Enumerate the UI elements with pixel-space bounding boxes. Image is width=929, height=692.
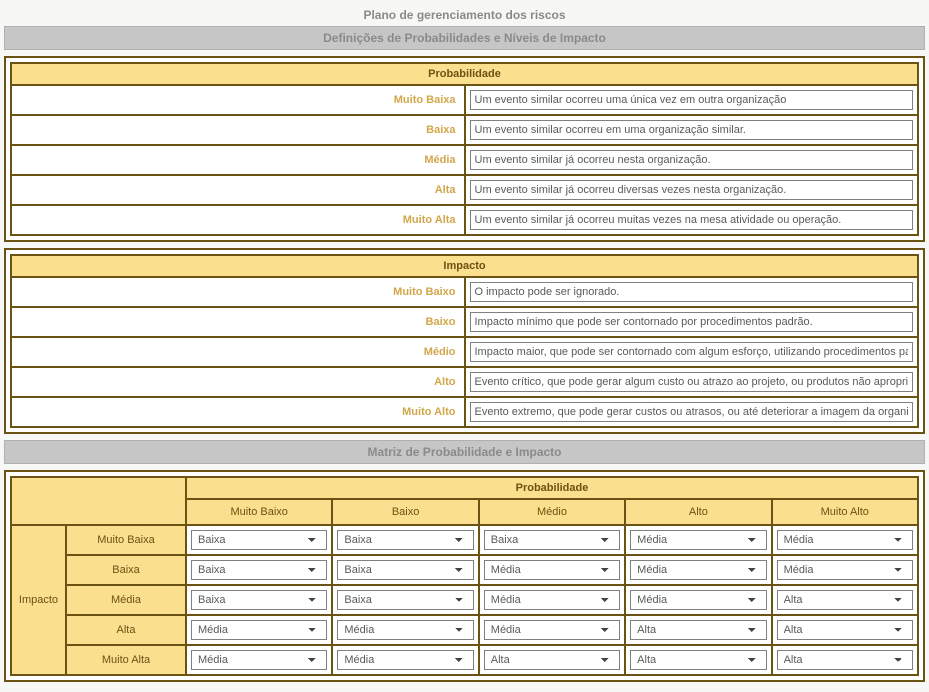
- matrix-select[interactable]: BaixaMédiaAlta: [630, 530, 766, 550]
- probability-table: Probabilidade Muito Baixa Baixa Média Al…: [10, 62, 919, 236]
- impact-label: Muito Alto: [11, 397, 465, 427]
- impact-input-alto[interactable]: [470, 372, 914, 392]
- matrix-row-header: Muito Baixa: [66, 525, 186, 555]
- probability-box: Probabilidade Muito Baixa Baixa Média Al…: [4, 56, 925, 242]
- matrix-select[interactable]: BaixaMédiaAlta: [337, 530, 473, 550]
- prob-input-muito-baixa[interactable]: [470, 90, 914, 110]
- impact-label: Alto: [11, 367, 465, 397]
- impact-input-muito-alto[interactable]: [470, 402, 914, 422]
- page-title: Plano de gerenciamento dos riscos: [4, 4, 925, 24]
- impact-input-medio[interactable]: [470, 342, 914, 362]
- impact-label: Muito Baixo: [11, 277, 465, 307]
- matrix-corner: [11, 477, 186, 525]
- matrix-select[interactable]: BaixaMédiaAlta: [191, 650, 327, 670]
- prob-input-baixa[interactable]: [470, 120, 914, 140]
- matrix-row-header: Baixa: [66, 555, 186, 585]
- matrix-box: Probabilidade Muito Baixo Baixo Médio Al…: [4, 470, 925, 682]
- matrix-select[interactable]: BaixaMédiaAlta: [484, 590, 620, 610]
- matrix-col-header: Alto: [625, 499, 771, 525]
- impact-table: Impacto Muito Baixo Baixo Médio Alto Mui…: [10, 254, 919, 428]
- matrix-col-header: Médio: [479, 499, 625, 525]
- matrix-select[interactable]: BaixaMédiaAlta: [484, 530, 620, 550]
- prob-label: Média: [11, 145, 465, 175]
- matrix-select[interactable]: BaixaMédiaAlta: [191, 530, 327, 550]
- matrix-impact-header: Impacto: [11, 525, 66, 675]
- matrix-select[interactable]: BaixaMédiaAlta: [777, 560, 913, 580]
- matrix-select[interactable]: BaixaMédiaAlta: [484, 650, 620, 670]
- matrix-prob-header: Probabilidade: [186, 477, 918, 499]
- impact-header: Impacto: [11, 255, 918, 277]
- prob-input-muito-alta[interactable]: [470, 210, 914, 230]
- section-matrix-header: Matriz de Probabilidade e Impacto: [4, 440, 925, 464]
- prob-input-media[interactable]: [470, 150, 914, 170]
- matrix-select[interactable]: BaixaMédiaAlta: [337, 650, 473, 670]
- matrix-select[interactable]: BaixaMédiaAlta: [777, 530, 913, 550]
- impact-label: Baixo: [11, 307, 465, 337]
- impact-box: Impacto Muito Baixo Baixo Médio Alto Mui…: [4, 248, 925, 434]
- impact-label: Médio: [11, 337, 465, 367]
- matrix-table: Probabilidade Muito Baixo Baixo Médio Al…: [10, 476, 919, 676]
- matrix-select[interactable]: BaixaMédiaAlta: [777, 590, 913, 610]
- matrix-select[interactable]: BaixaMédiaAlta: [191, 620, 327, 640]
- matrix-select[interactable]: BaixaMédiaAlta: [191, 590, 327, 610]
- matrix-select[interactable]: BaixaMédiaAlta: [777, 620, 913, 640]
- matrix-select[interactable]: BaixaMédiaAlta: [630, 560, 766, 580]
- matrix-row-header: Alta: [66, 615, 186, 645]
- matrix-select[interactable]: BaixaMédiaAlta: [630, 620, 766, 640]
- matrix-select[interactable]: BaixaMédiaAlta: [777, 650, 913, 670]
- prob-input-alta[interactable]: [470, 180, 914, 200]
- matrix-col-header: Muito Alto: [772, 499, 918, 525]
- matrix-select[interactable]: BaixaMédiaAlta: [630, 650, 766, 670]
- probability-header: Probabilidade: [11, 63, 918, 85]
- prob-label: Baixa: [11, 115, 465, 145]
- matrix-select[interactable]: BaixaMédiaAlta: [337, 620, 473, 640]
- matrix-select[interactable]: BaixaMédiaAlta: [484, 560, 620, 580]
- matrix-row-header: Muito Alta: [66, 645, 186, 675]
- matrix-col-header: Baixo: [332, 499, 478, 525]
- prob-label: Alta: [11, 175, 465, 205]
- prob-label: Muito Alta: [11, 205, 465, 235]
- matrix-row-header: Média: [66, 585, 186, 615]
- section-definitions-header: Definições de Probabilidades e Níveis de…: [4, 26, 925, 50]
- impact-input-muito-baixo[interactable]: [470, 282, 914, 302]
- prob-label: Muito Baixa: [11, 85, 465, 115]
- matrix-select[interactable]: BaixaMédiaAlta: [484, 620, 620, 640]
- matrix-select[interactable]: BaixaMédiaAlta: [337, 590, 473, 610]
- matrix-select[interactable]: BaixaMédiaAlta: [191, 560, 327, 580]
- matrix-col-header: Muito Baixo: [186, 499, 332, 525]
- matrix-select[interactable]: BaixaMédiaAlta: [337, 560, 473, 580]
- impact-input-baixo[interactable]: [470, 312, 914, 332]
- matrix-select[interactable]: BaixaMédiaAlta: [630, 590, 766, 610]
